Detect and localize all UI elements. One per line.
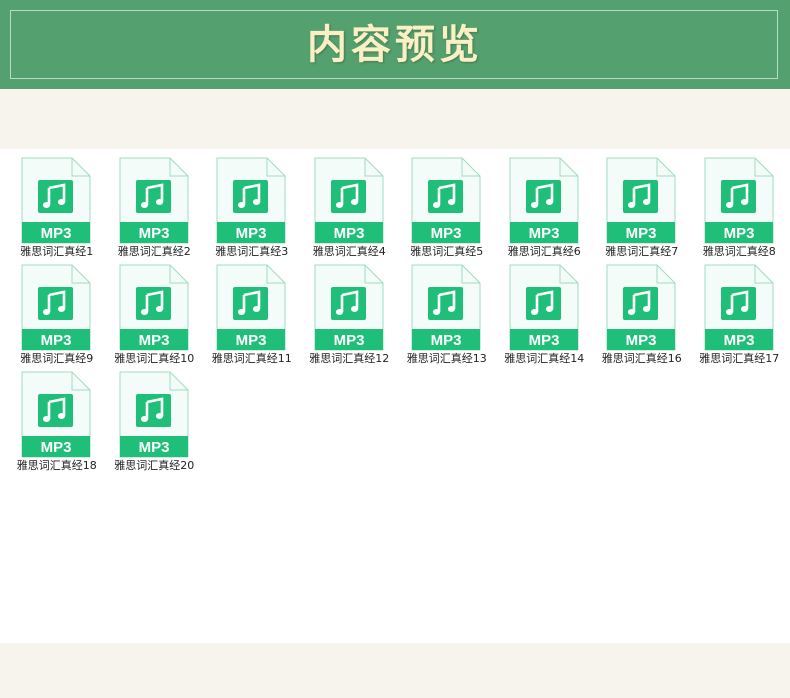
file-item[interactable]: MP3 雅思词汇真经14 (496, 264, 594, 371)
mp3-file-icon: MP3 (314, 157, 383, 244)
file-type-label: MP3 (138, 439, 169, 456)
file-name: 雅思词汇真经5 (410, 245, 484, 258)
file-item[interactable]: MP3 雅思词汇真经4 (301, 157, 399, 264)
file-type-label: MP3 (236, 332, 267, 349)
music-note-icon (525, 287, 561, 320)
music-note-icon (720, 287, 756, 320)
mp3-file-icon: MP3 (119, 264, 188, 351)
music-note-icon (135, 394, 171, 427)
mp3-file-icon: MP3 (411, 157, 481, 244)
file-type-label: MP3 (723, 332, 754, 349)
top-spacer (0, 89, 790, 149)
mp3-file-icon: MP3 (21, 264, 91, 351)
file-grid: MP3 雅思词汇真经1 MP3 雅思词汇真经2 MP3 雅思词汇真经3 MP3 雅思词汇真经4… (8, 157, 788, 478)
music-note-icon (38, 287, 73, 320)
file-type-label: MP3 (333, 225, 364, 242)
music-note-icon (330, 180, 366, 213)
file-name: 雅思词汇真经9 (20, 352, 94, 365)
mp3-file-icon: MP3 (606, 264, 676, 351)
file-type-label: MP3 (528, 225, 559, 242)
file-item[interactable]: MP3 雅思词汇真经17 (691, 264, 789, 371)
file-name: 雅思词汇真经4 (312, 245, 386, 258)
music-note-icon (623, 287, 658, 320)
file-type-label: MP3 (236, 225, 267, 242)
file-item[interactable]: MP3 雅思词汇真经1 (8, 157, 106, 264)
file-type-label: MP3 (333, 332, 364, 349)
file-item[interactable]: MP3 雅思词汇真经7 (593, 157, 691, 264)
header-banner: 内容预览 (0, 0, 790, 89)
music-note-icon (135, 287, 171, 320)
bottom-spacer (0, 643, 790, 698)
music-note-icon (623, 180, 658, 213)
file-name: 雅思词汇真经6 (507, 245, 581, 258)
file-type-label: MP3 (138, 225, 169, 242)
file-type-label: MP3 (626, 332, 657, 349)
file-type-label: MP3 (528, 332, 559, 349)
mp3-file-icon: MP3 (411, 264, 481, 351)
file-type-label: MP3 (41, 439, 72, 456)
mp3-file-icon: MP3 (119, 157, 188, 244)
file-name: 雅思词汇真经13 (406, 352, 487, 365)
file-item[interactable]: MP3 雅思词汇真经11 (203, 264, 301, 371)
music-note-icon (135, 180, 171, 213)
music-note-icon (428, 287, 463, 320)
file-item[interactable]: MP3 雅思词汇真经9 (8, 264, 106, 371)
file-item[interactable]: MP3 雅思词汇真经18 (8, 371, 106, 478)
file-item[interactable]: MP3 雅思词汇真经6 (496, 157, 594, 264)
mp3-file-icon: MP3 (606, 157, 676, 244)
mp3-file-icon: MP3 (216, 264, 286, 351)
file-name: 雅思词汇真经18 (16, 459, 97, 472)
file-type-label: MP3 (431, 225, 462, 242)
file-item[interactable]: MP3 雅思词汇真经8 (691, 157, 789, 264)
file-item[interactable]: MP3 雅思词汇真经16 (593, 264, 691, 371)
file-name: 雅思词汇真经2 (117, 245, 191, 258)
file-name: 雅思词汇真经3 (215, 245, 289, 258)
file-item[interactable]: MP3 雅思词汇真经3 (203, 157, 301, 264)
file-name: 雅思词汇真经10 (114, 352, 195, 365)
mp3-file-icon: MP3 (119, 371, 188, 458)
file-name: 雅思词汇真经16 (601, 352, 682, 365)
file-item[interactable]: MP3 雅思词汇真经12 (301, 264, 399, 371)
file-type-label: MP3 (41, 225, 72, 242)
file-type-label: MP3 (41, 332, 72, 349)
page-title: 内容预览 (307, 21, 483, 68)
music-note-icon (330, 287, 366, 320)
file-name: 雅思词汇真经17 (699, 352, 780, 365)
music-note-icon (233, 180, 268, 213)
mp3-file-icon: MP3 (21, 371, 91, 458)
music-note-icon (233, 287, 268, 320)
file-type-label: MP3 (138, 332, 169, 349)
file-type-label: MP3 (723, 225, 754, 242)
file-item[interactable]: MP3 雅思词汇真经20 (106, 371, 204, 478)
file-name: 雅思词汇真经14 (504, 352, 585, 365)
mp3-file-icon: MP3 (509, 264, 578, 351)
mp3-file-icon: MP3 (509, 157, 578, 244)
mp3-file-icon: MP3 (704, 264, 773, 351)
file-name: 雅思词汇真经11 (211, 352, 292, 365)
file-item[interactable]: MP3 雅思词汇真经5 (398, 157, 496, 264)
music-note-icon (720, 180, 756, 213)
file-type-label: MP3 (431, 332, 462, 349)
file-name: 雅思词汇真经20 (114, 459, 195, 472)
file-type-label: MP3 (626, 225, 657, 242)
music-note-icon (38, 180, 73, 213)
mp3-file-icon: MP3 (21, 157, 91, 244)
file-name: 雅思词汇真经12 (309, 352, 390, 365)
mp3-file-icon: MP3 (704, 157, 773, 244)
file-name: 雅思词汇真经1 (20, 245, 94, 258)
file-item[interactable]: MP3 雅思词汇真经10 (106, 264, 204, 371)
music-note-icon (38, 394, 73, 427)
file-name: 雅思词汇真经8 (702, 245, 776, 258)
file-item[interactable]: MP3 雅思词汇真经13 (398, 264, 496, 371)
mp3-file-icon: MP3 (216, 157, 286, 244)
music-note-icon (525, 180, 561, 213)
file-name: 雅思词汇真经7 (605, 245, 679, 258)
file-preview-panel: MP3 雅思词汇真经1 MP3 雅思词汇真经2 MP3 雅思词汇真经3 MP3 雅思词汇真经4… (0, 149, 790, 643)
music-note-icon (428, 180, 463, 213)
mp3-file-icon: MP3 (314, 264, 383, 351)
file-item[interactable]: MP3 雅思词汇真经2 (106, 157, 204, 264)
